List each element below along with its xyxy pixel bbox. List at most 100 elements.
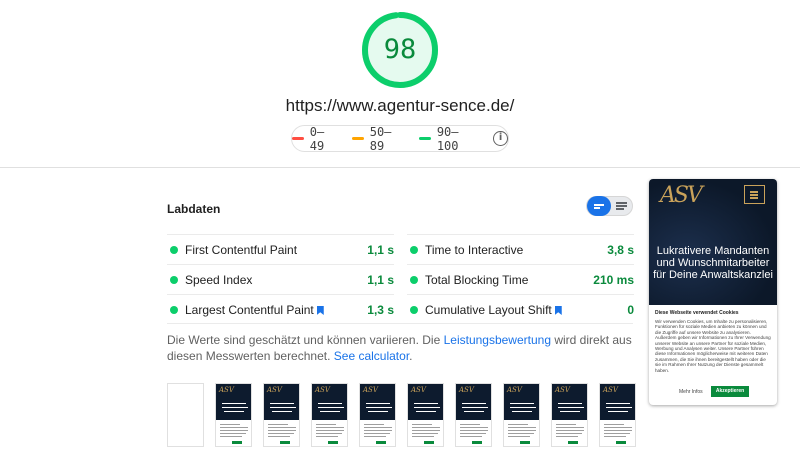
frame-text-line: [460, 427, 488, 428]
frame-text-line: [364, 430, 392, 431]
metric-view-toggle[interactable]: [586, 196, 633, 216]
frame-accept-button: [424, 441, 434, 444]
frame-hero: ASV: [504, 384, 539, 420]
frame-logo: ASV: [555, 386, 570, 394]
frame-heading-line: [560, 411, 580, 413]
frame-hero: ASV: [360, 384, 395, 420]
frame-heading-line: [222, 407, 248, 409]
frame-heading-line: [510, 403, 534, 405]
performance-score-gauge: 98: [360, 10, 440, 90]
frame-text-line: [508, 436, 530, 437]
metric-speed-index: Speed Index 1,1 s: [167, 264, 394, 294]
frame-text-line: [268, 424, 288, 425]
frame-heading-line: [224, 411, 244, 413]
see-calculator-link[interactable]: See calculator: [334, 349, 409, 363]
legend-label: 50–89: [369, 124, 392, 153]
frame-heading-line: [462, 403, 486, 405]
frame-text-line: [508, 427, 536, 428]
frame-logo: ASV: [219, 386, 234, 394]
final-screenshot-preview[interactable]: ASV Lukrativere Mandanten und Wunschmita…: [649, 179, 777, 405]
metric-value: 1,1 s: [367, 243, 394, 257]
frame-text-line: [460, 430, 488, 431]
frame-text-line: [556, 436, 578, 437]
frame-heading-line: [414, 407, 440, 409]
legend-item-average: 50–89: [352, 125, 405, 153]
filmstrip-frame: ASV: [215, 383, 252, 447]
frame-text-line: [364, 424, 384, 425]
cookie-title: Diese Webseite verwendet Cookies: [655, 310, 739, 316]
labdata-title: Labdaten: [167, 202, 221, 216]
frame-logo: ASV: [507, 386, 522, 394]
frame-hero: ASV: [264, 384, 299, 420]
frame-text-line: [268, 436, 290, 437]
frame-heading-line: [558, 403, 582, 405]
filmstrip-frame: ASV: [311, 383, 348, 447]
frame-heading-line: [222, 403, 246, 405]
filmstrip-frame: ASV: [551, 383, 588, 447]
frame-text-line: [316, 427, 344, 428]
metrics-disclaimer: Die Werte sind geschätzt und können vari…: [167, 332, 637, 364]
frame-text-line: [412, 436, 434, 437]
frame-heading-line: [462, 407, 488, 409]
frame-hero: ASV: [552, 384, 587, 420]
frame-text-line: [460, 424, 480, 425]
legend-swatch-red: [292, 137, 304, 140]
filmstrip-frame-blank: [167, 383, 204, 447]
frame-text-line: [316, 433, 342, 434]
frame-text-line: [220, 427, 248, 428]
frame-text-line: [460, 436, 482, 437]
compact-view-icon[interactable]: [587, 196, 611, 216]
accept-button: Akzeptieren: [711, 386, 749, 397]
legend-swatch-green: [419, 137, 431, 140]
frame-heading-line: [270, 407, 296, 409]
frame-text-line: [556, 430, 584, 431]
frame-text-line: [316, 436, 338, 437]
frame-text-line: [316, 430, 344, 431]
info-icon[interactable]: i: [493, 131, 508, 146]
frame-text-line: [460, 433, 486, 434]
bookmark-icon: [316, 306, 324, 315]
metric-cumulative-layout-shift: Cumulative Layout Shift 0: [407, 294, 634, 324]
filmstrip-frame: ASV: [263, 383, 300, 447]
more-info-link: Mehr Infos: [679, 389, 703, 395]
performance-score-link[interactable]: Leistungsbewertung: [444, 333, 551, 347]
frame-heading-line: [320, 411, 340, 413]
frame-heading-line: [510, 407, 536, 409]
frame-heading-line: [318, 403, 342, 405]
score-legend: 0–49 50–89 90–100 i: [291, 125, 509, 153]
frame-text-line: [364, 427, 392, 428]
frame-text-line: [220, 430, 248, 431]
metrics-bottom-border: [167, 323, 633, 324]
frame-hero: ASV: [600, 384, 635, 420]
preview-hero: ASV Lukrativere Mandanten und Wunschmita…: [649, 179, 777, 305]
frame-hero: ASV: [408, 384, 443, 420]
frame-accept-button: [328, 441, 338, 444]
pass-indicator: [410, 306, 418, 314]
frame-text-line: [268, 430, 296, 431]
frame-logo: ASV: [363, 386, 378, 394]
frame-heading-line: [366, 403, 390, 405]
metric-name: Time to Interactive: [425, 243, 524, 257]
frame-text-line: [268, 433, 294, 434]
section-divider: [0, 167, 800, 168]
frame-hero: ASV: [312, 384, 347, 420]
frame-heading-line: [368, 411, 388, 413]
filmstrip-frame: ASV: [599, 383, 636, 447]
metric-value: 210 ms: [593, 273, 634, 287]
tested-url: https://www.agentur-sence.de/: [285, 96, 515, 115]
frame-accept-button: [520, 441, 530, 444]
site-logo: ASV: [660, 183, 703, 208]
frame-heading-line: [606, 407, 632, 409]
metric-total-blocking-time: Total Blocking Time 210 ms: [407, 264, 634, 294]
frame-text-line: [268, 427, 296, 428]
metric-name-with-bookmark: Largest Contentful Paint: [185, 303, 324, 317]
frame-logo: ASV: [459, 386, 474, 394]
frame-text-line: [412, 427, 440, 428]
metric-first-contentful-paint: First Contentful Paint 1,1 s: [167, 234, 394, 264]
frame-text-line: [220, 436, 242, 437]
frame-accept-button: [232, 441, 242, 444]
frame-text-line: [604, 427, 632, 428]
metric-name: Largest Contentful Paint: [185, 303, 314, 317]
frame-text-line: [508, 433, 534, 434]
frame-heading-line: [414, 403, 438, 405]
